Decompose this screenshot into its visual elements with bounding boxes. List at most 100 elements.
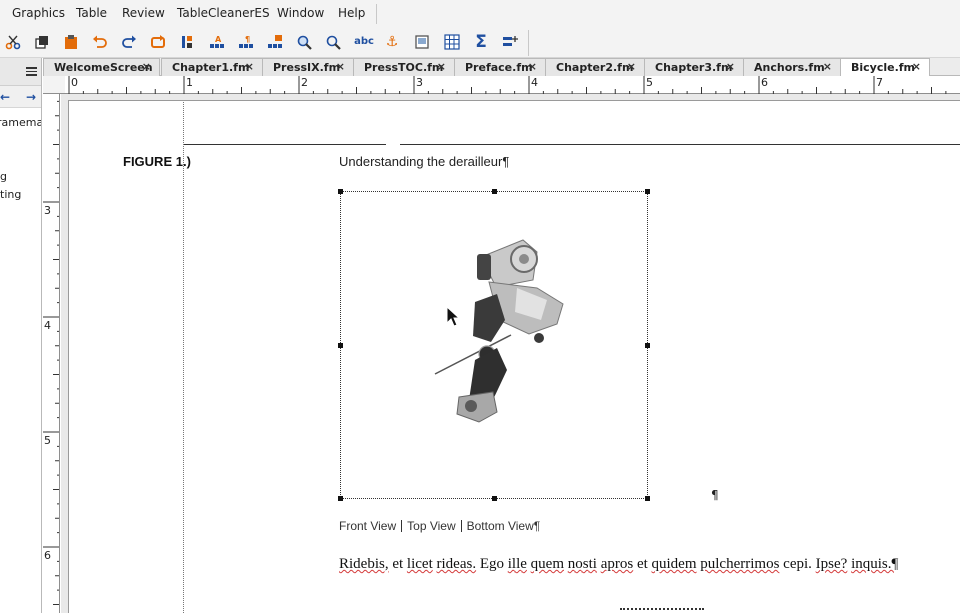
close-icon[interactable]: ×: [142, 60, 151, 73]
close-icon[interactable]: ×: [245, 60, 254, 73]
svg-text:A: A: [215, 35, 222, 44]
ruler-label: 2: [301, 76, 308, 89]
svg-text:¶: ¶: [245, 35, 250, 44]
paragraph-mark-icon[interactable]: ¶: [238, 34, 254, 50]
anchor-icon[interactable]: ⚓: [384, 34, 400, 50]
tab-label: Bicycle.fm: [851, 61, 916, 74]
insert-variable-icon[interactable]: [502, 34, 518, 50]
bottom-view-label: Bottom View¶: [466, 519, 541, 533]
menu-separator: [376, 4, 377, 24]
side-head-rule: [184, 144, 386, 145]
tab-preface[interactable]: Preface.fm ×: [454, 58, 546, 76]
close-icon[interactable]: ×: [528, 60, 537, 73]
table-icon[interactable]: [444, 34, 460, 50]
panel-item[interactable]: ramemak: [0, 116, 41, 129]
tab-presstoc[interactable]: PressTOC.fm ×: [353, 58, 455, 76]
ruler-label: 3: [44, 204, 51, 217]
ruler-label: 5: [44, 434, 51, 447]
word: cepi.: [783, 556, 812, 572]
redo-icon[interactable]: [121, 34, 137, 50]
word: ille: [507, 556, 527, 572]
tab-pressix[interactable]: PressIX.fm ×: [262, 58, 354, 76]
toolbar: A ¶ abc ⚓ Σ: [0, 28, 960, 58]
ruler-label: 4: [44, 319, 51, 332]
tab-chapter1[interactable]: Chapter1.fm ×: [161, 58, 263, 76]
menu-graphics[interactable]: Graphics: [12, 6, 65, 20]
tab-label: PressIX.fm: [273, 61, 341, 74]
menu-tablecleaneres[interactable]: TableCleanerES: [177, 6, 270, 20]
zoom-icon[interactable]: [325, 34, 341, 50]
frame-icon[interactable]: [414, 34, 430, 50]
word: Ipse?: [815, 556, 848, 572]
find-icon[interactable]: [296, 34, 312, 50]
menu-help[interactable]: Help: [338, 6, 365, 20]
arrow-left-icon[interactable]: ←: [0, 90, 10, 104]
ruler-label: 7: [876, 76, 883, 89]
undo-icon[interactable]: [92, 34, 108, 50]
tab-welcomescreen[interactable]: WelcomeScreen ×: [43, 58, 160, 76]
horizontal-ruler[interactable]: 0 1 2 3 4 5 6 7: [65, 76, 960, 94]
sum-icon[interactable]: Σ: [473, 33, 489, 50]
top-view-label: Top View: [407, 519, 456, 533]
panel-nav: ← →: [0, 86, 41, 108]
paragraph-format-icon[interactable]: [180, 34, 196, 50]
spelling-icon[interactable]: abc: [354, 34, 374, 50]
tab-anchors[interactable]: Anchors.fm ×: [743, 58, 841, 76]
figure-label[interactable]: FIGURE 1.): [123, 154, 191, 169]
tab-label: PressTOC.fm: [364, 61, 444, 74]
tab-chapter2[interactable]: Chapter2.fm ×: [545, 58, 645, 76]
document-tabs: WelcomeScreen × Chapter1.fm × PressIX.fm × …: [43, 58, 960, 77]
close-icon[interactable]: ×: [912, 60, 921, 73]
panel-item[interactable]: ting: [0, 188, 21, 201]
ruler-label: 1: [186, 76, 193, 89]
close-icon[interactable]: ×: [336, 60, 345, 73]
ruler-label: 5: [646, 76, 653, 89]
separator: [460, 520, 462, 532]
ruler-label: 6: [44, 549, 51, 562]
figure-title[interactable]: Understanding the derailleur¶: [339, 154, 509, 169]
character-format-icon[interactable]: A: [209, 34, 225, 50]
front-view-label: Front View: [339, 519, 397, 533]
menu-window[interactable]: Window: [277, 6, 324, 20]
ruler-ticks: [43, 100, 59, 605]
tab-label: WelcomeScreen: [54, 61, 153, 74]
anchored-frame[interactable]: [338, 189, 650, 501]
table-format-icon[interactable]: [267, 34, 283, 50]
repeat-icon[interactable]: [150, 34, 166, 50]
word: Ego: [479, 556, 504, 572]
paste-icon[interactable]: [63, 34, 79, 50]
copy-icon[interactable]: [34, 34, 50, 50]
close-icon[interactable]: ×: [437, 60, 446, 73]
word: quem: [530, 556, 564, 572]
derailleur-image[interactable]: [341, 192, 647, 498]
tab-bicycle[interactable]: Bicycle.fm ×: [840, 58, 930, 77]
panel-menu-icon[interactable]: [26, 67, 37, 76]
arrow-right-icon[interactable]: →: [26, 90, 36, 104]
close-icon[interactable]: ×: [726, 60, 735, 73]
word: pulcherrimos: [700, 556, 780, 572]
word: nosti: [567, 556, 597, 572]
resource-panel: ← → ramemak g ting: [0, 58, 42, 613]
close-icon[interactable]: ×: [823, 60, 832, 73]
toolbar-separator: [528, 30, 529, 56]
word: licet: [406, 556, 433, 572]
separator: [401, 520, 403, 532]
word: et: [636, 556, 648, 572]
tab-label: Chapter3.fm: [655, 61, 733, 74]
panel-item[interactable]: g: [0, 170, 7, 183]
view-labels[interactable]: Front View Top View Bottom View¶: [339, 519, 540, 533]
close-icon[interactable]: ×: [627, 60, 636, 73]
cut-icon[interactable]: [5, 34, 21, 50]
word: et: [392, 556, 404, 572]
word: rideas.: [436, 556, 477, 572]
panel-header: [0, 58, 41, 86]
next-frame-outline: [620, 608, 704, 613]
tab-label: Preface.fm: [465, 61, 533, 74]
mouse-cursor-icon: [446, 306, 460, 327]
vertical-ruler[interactable]: 3 4 5 6: [43, 94, 60, 613]
column-guide: [183, 102, 184, 613]
menu-review[interactable]: Review: [122, 6, 165, 20]
menu-table[interactable]: Table: [76, 6, 107, 20]
tab-chapter3[interactable]: Chapter3.fm ×: [644, 58, 744, 76]
body-paragraph[interactable]: Ridebis, et licet rideas. Ego ille quem …: [339, 554, 899, 574]
